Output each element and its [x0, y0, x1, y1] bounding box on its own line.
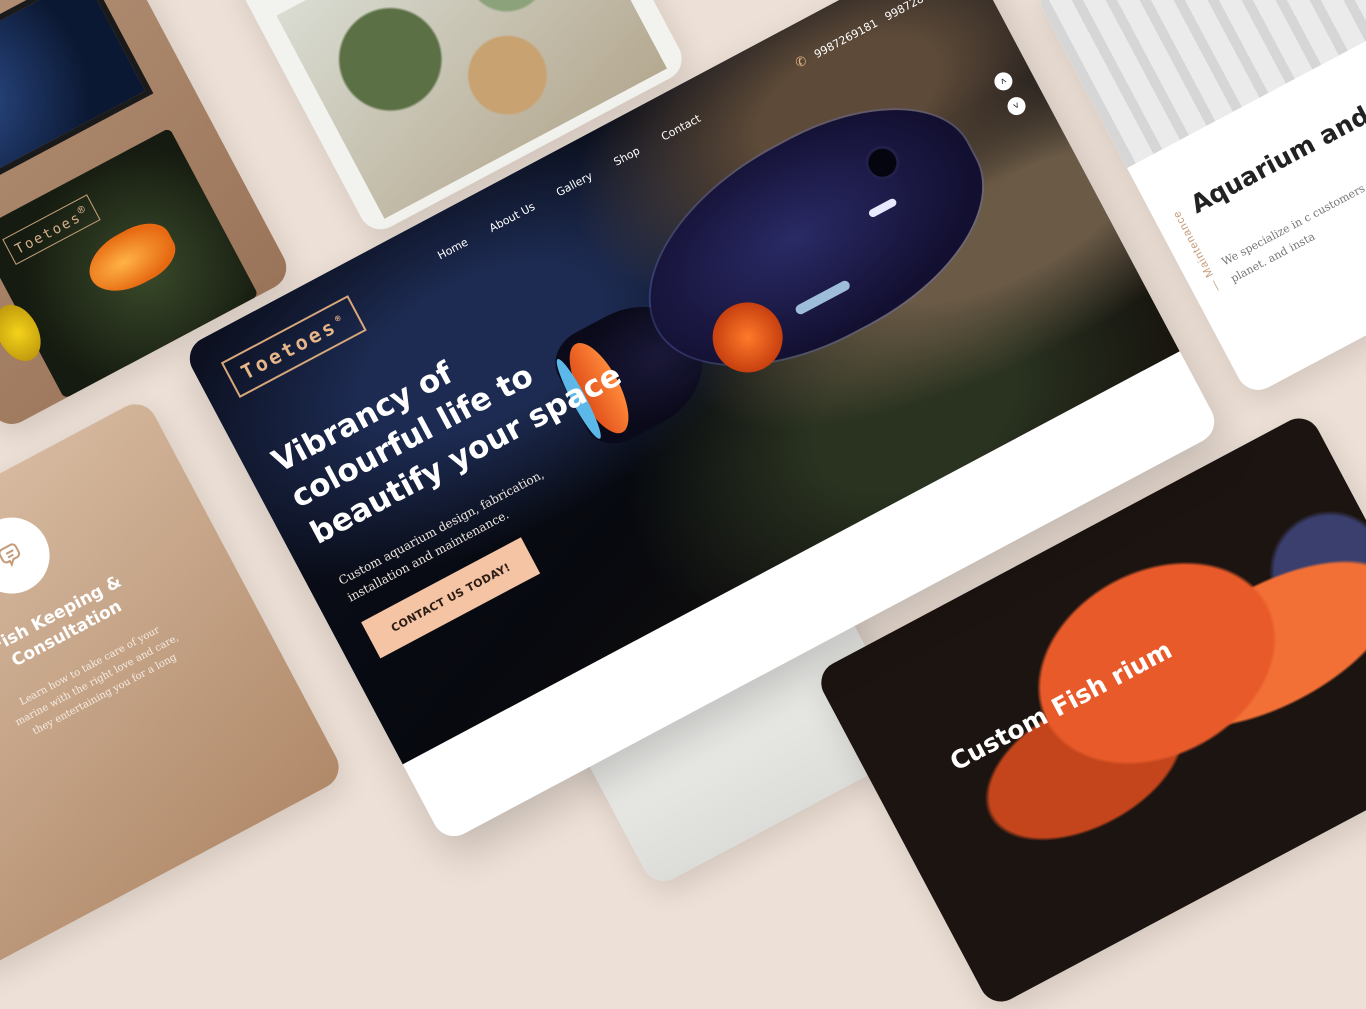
fish-stripe [793, 279, 852, 317]
service-icon-circle [0, 504, 63, 607]
fish-gill [867, 197, 898, 219]
section-vertical-label: — Maintenance [1170, 208, 1224, 294]
service-title-custom: Custom Fish rium [945, 635, 1177, 777]
consultation-icon [0, 543, 21, 568]
fish-eye [863, 143, 902, 182]
